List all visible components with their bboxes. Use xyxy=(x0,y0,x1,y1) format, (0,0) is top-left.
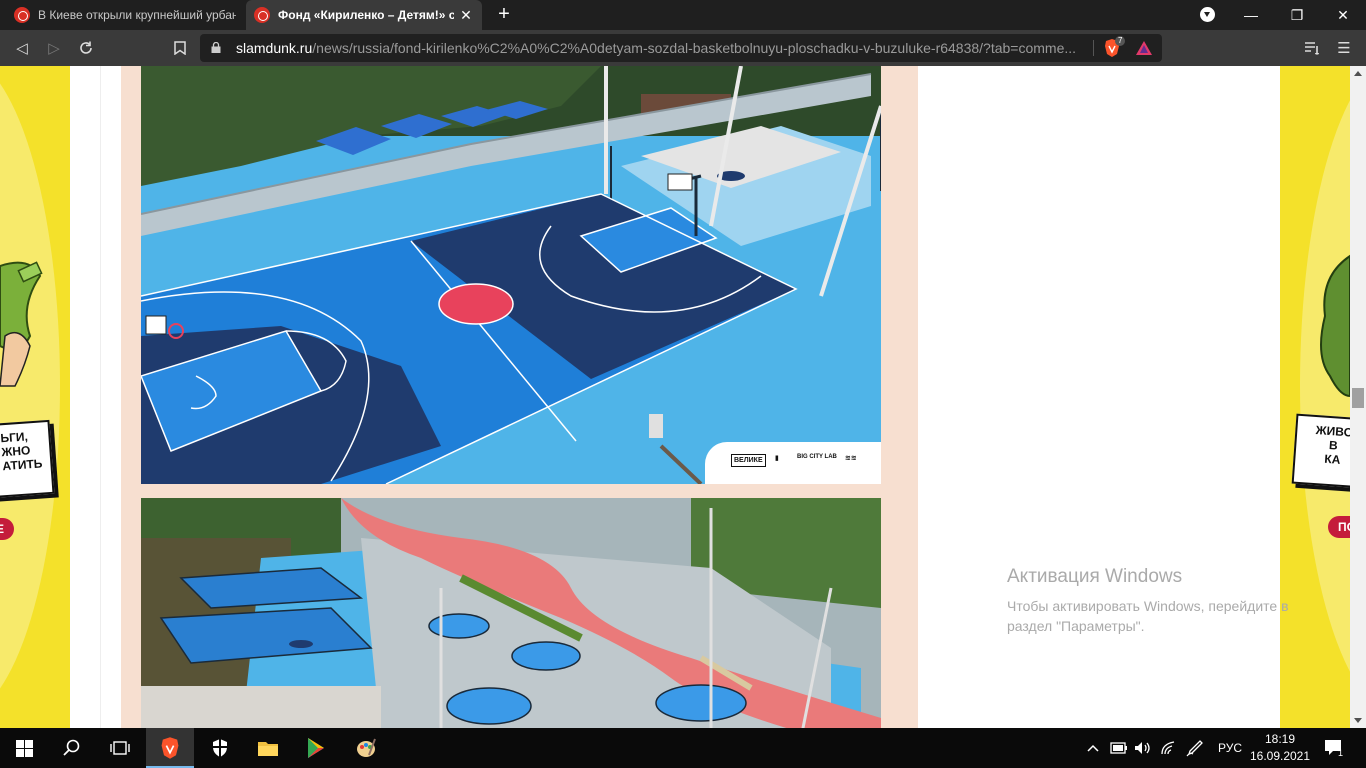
bookmark-icon[interactable] xyxy=(168,36,192,60)
new-tab-button[interactable]: + xyxy=(494,4,514,26)
scroll-thumb[interactable] xyxy=(1352,388,1364,408)
slamdunk-favicon-icon xyxy=(14,7,30,23)
tab-kiev-urban[interactable]: В Киеве открыли крупнейший урбан... xyxy=(6,0,244,30)
right-ad-card: ЖИВО В КА xyxy=(1291,413,1350,489)
article-photo-park xyxy=(141,498,881,728)
forward-icon[interactable]: ▷ xyxy=(42,36,66,60)
brand-logo-icon: ≋≋ xyxy=(845,455,857,462)
page-scrollbar[interactable] xyxy=(1350,66,1366,728)
windows-activation-watermark: Активация Windows Чтобы активировать Win… xyxy=(1007,566,1289,634)
paint-icon[interactable] xyxy=(342,728,390,768)
tab-title: В Киеве открыли крупнейший урбан... xyxy=(38,8,236,22)
article-photo-frame: ВЕЛИКЕ ▮ BIG CITY LAB ≋≋ xyxy=(121,66,918,728)
tab-strip: В Киеве открыли крупнейший урбан... Фонд… xyxy=(0,0,1366,30)
tab-search-icon[interactable] xyxy=(1200,7,1215,22)
language-indicator[interactable]: РУС xyxy=(1218,728,1242,768)
right-ad-button[interactable]: ПО xyxy=(1328,516,1350,538)
sponsor-logos: ВЕЛИКЕ ▮ BIG CITY LAB ≋≋ xyxy=(705,442,881,484)
notification-icon[interactable]: 1 xyxy=(1324,728,1343,768)
article-column: ВЕЛИКЕ ▮ BIG CITY LAB ≋≋ xyxy=(100,66,934,728)
tab-kirilenko-active[interactable]: Фонд «Кириленко – Детям!» соз... ✕ xyxy=(246,0,482,30)
browser-window: В Киеве открыли крупнейший урбан... Фонд… xyxy=(0,0,1366,768)
back-icon[interactable]: ◁ xyxy=(10,36,34,60)
minimize-button[interactable]: — xyxy=(1228,0,1274,30)
play-store-icon[interactable] xyxy=(292,728,340,768)
monument-logo-icon: ▮ xyxy=(775,455,779,462)
left-ad-card: ЬГИ, ЖНО АТИТЬ xyxy=(0,419,55,499)
task-view-icon[interactable] xyxy=(96,728,144,768)
left-side-ad[interactable]: ЬГИ, ЖНО АТИТЬ Е xyxy=(0,66,70,728)
battery-icon[interactable] xyxy=(1110,728,1128,768)
scroll-up-icon[interactable] xyxy=(1354,71,1362,76)
address-bar[interactable]: slamdunk.ru/news/russia/fond-kirilenko%C… xyxy=(200,34,1162,62)
volume-icon[interactable] xyxy=(1134,728,1152,768)
close-window-button[interactable]: ✕ xyxy=(1320,0,1366,30)
windows-start-icon[interactable] xyxy=(0,728,48,768)
system-clock[interactable]: 18:19 16.09.2021 xyxy=(1244,731,1316,765)
ad-illustration xyxy=(0,83,60,689)
shield-app-icon[interactable] xyxy=(196,728,244,768)
search-icon[interactable] xyxy=(48,728,96,768)
chevron-up-icon[interactable] xyxy=(1086,728,1100,768)
wifi-icon[interactable] xyxy=(1160,728,1176,768)
taskbar: РУС 18:19 16.09.2021 1 xyxy=(0,728,1366,768)
notification-count: 1 xyxy=(1338,748,1344,758)
restore-button[interactable]: ❐ xyxy=(1274,0,1320,30)
browser-toolbar: ◁ ▷ slamdunk.ru/news/russia/fond-kirilen… xyxy=(0,30,1366,66)
url-text: slamdunk.ru/news/russia/fond-kirilenko%C… xyxy=(236,40,1077,56)
reload-icon[interactable] xyxy=(74,36,98,60)
menu-icon[interactable]: ☰ xyxy=(1332,36,1356,60)
slamdunk-favicon-icon xyxy=(254,7,270,23)
playlist-icon[interactable] xyxy=(1300,36,1324,60)
tab-title: Фонд «Кириленко – Детям!» соз... xyxy=(278,8,454,22)
file-explorer-icon[interactable] xyxy=(244,728,292,768)
lock-icon xyxy=(211,42,221,53)
brave-rewards-icon[interactable] xyxy=(1135,40,1153,56)
brave-browser-icon[interactable] xyxy=(146,728,194,768)
close-tab-icon[interactable]: ✕ xyxy=(458,7,474,24)
article-photo-court: ВЕЛИКЕ ▮ BIG CITY LAB ≋≋ xyxy=(141,66,881,484)
scroll-down-icon[interactable] xyxy=(1354,718,1362,723)
pen-icon[interactable] xyxy=(1186,728,1204,768)
shields-count-badge: 7 xyxy=(1115,36,1126,46)
omnibox-separator xyxy=(1093,40,1094,56)
